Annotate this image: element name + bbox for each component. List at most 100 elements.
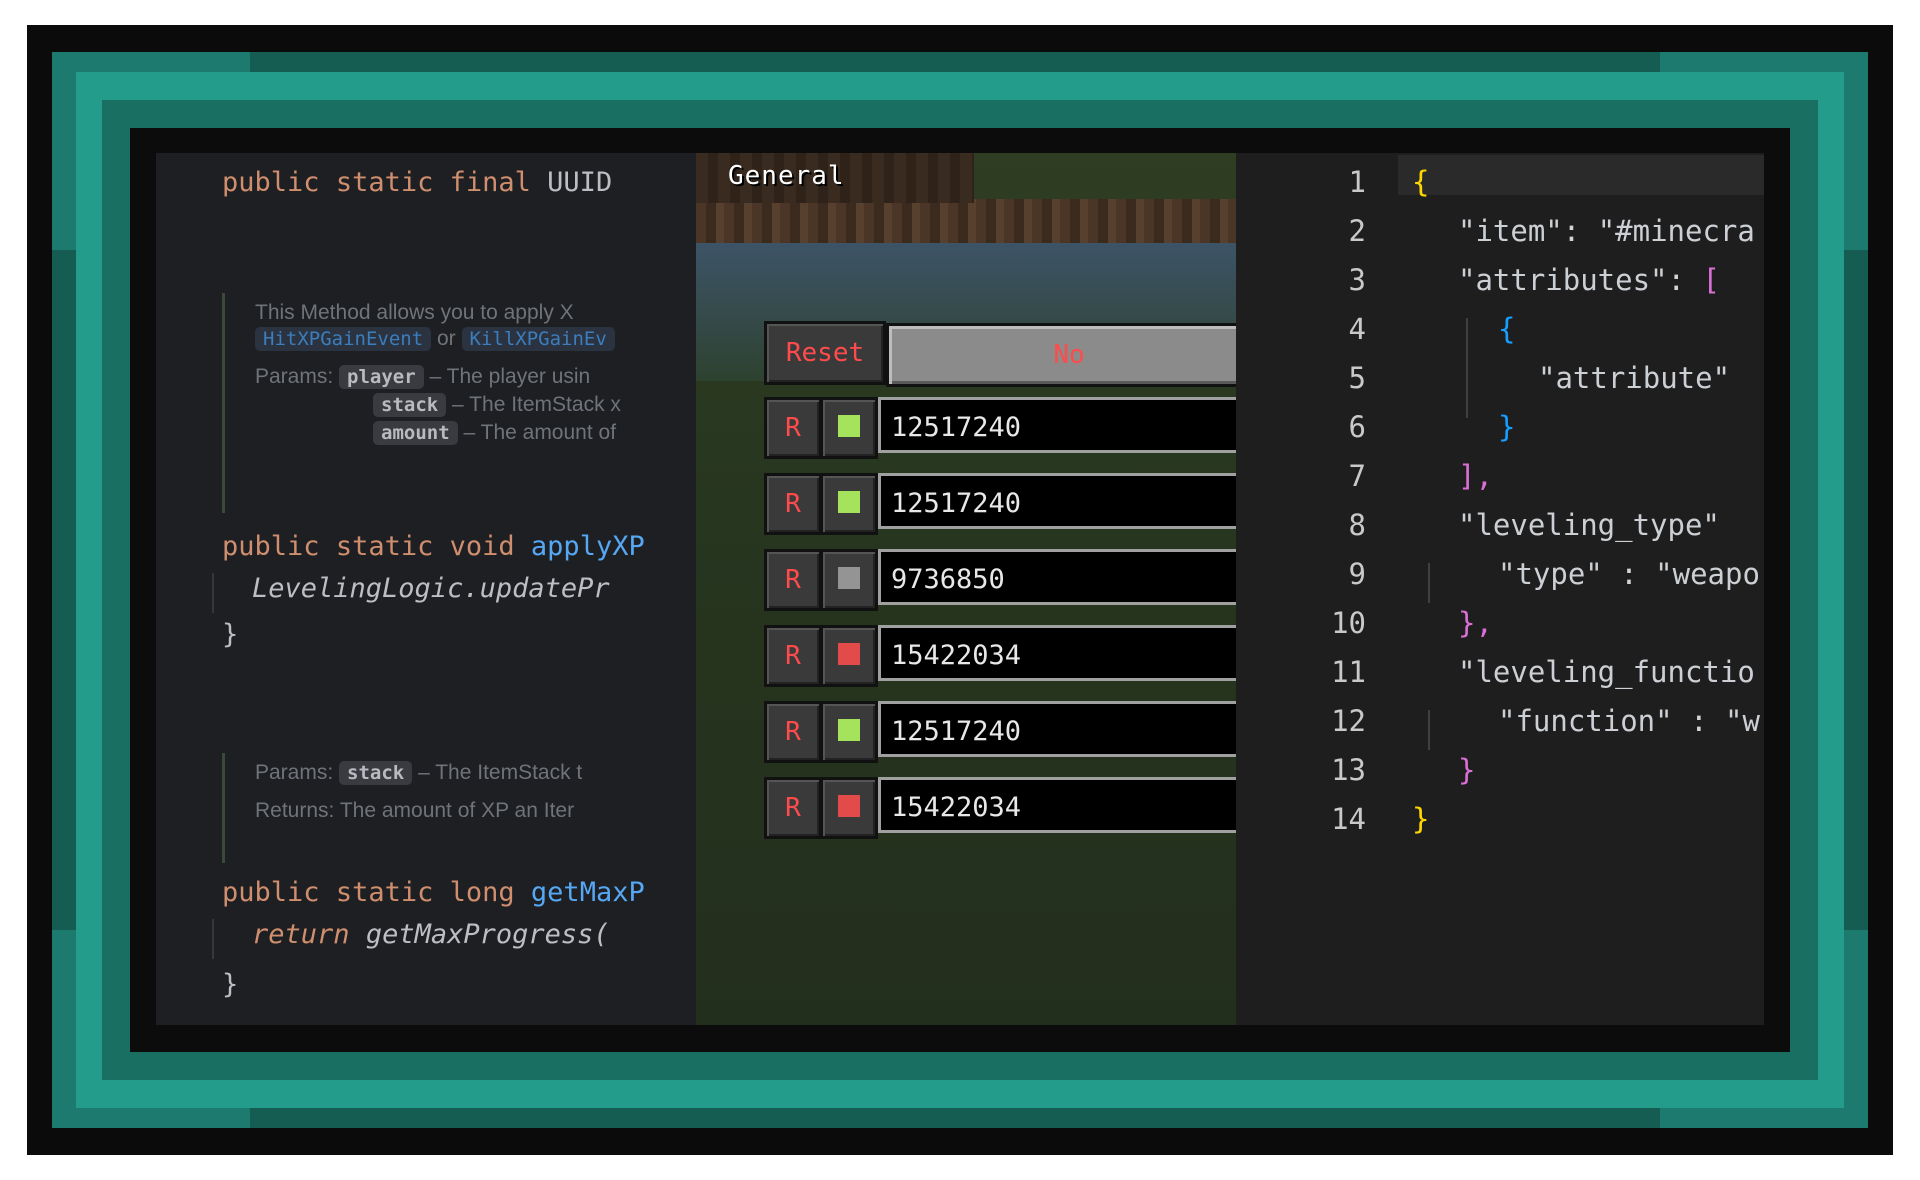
- doc-link[interactable]: KillXPGainEv: [461, 327, 615, 351]
- param-desc: – The amount of: [463, 421, 617, 444]
- color-value-field[interactable]: 15422034: [878, 625, 1236, 681]
- color-value-field[interactable]: 12517240: [878, 473, 1236, 529]
- keyword: public: [222, 877, 320, 908]
- line-number: 8: [1348, 508, 1366, 542]
- returns-text: Returns: The amount of XP an Iter: [255, 799, 575, 822]
- color-value-field[interactable]: 15422034: [878, 777, 1236, 833]
- keyword: void: [449, 531, 515, 562]
- doc-text: or: [437, 327, 456, 350]
- json-bracket: ],: [1458, 459, 1493, 493]
- param-chip: player: [339, 365, 424, 389]
- json-key: "item": [1458, 214, 1563, 248]
- line-number: 4: [1348, 312, 1366, 346]
- doc-link[interactable]: HitXPGainEvent: [255, 327, 432, 351]
- json-line-leveling-function: "leveling_functio: [1458, 655, 1755, 689]
- json-key: "attributes": [1458, 263, 1668, 297]
- color-preview-button[interactable]: [820, 701, 878, 763]
- reset-row-button[interactable]: R: [764, 625, 822, 687]
- line-number: 11: [1331, 655, 1366, 689]
- frame-right-shade: [1844, 250, 1868, 930]
- javadoc-getmax: Params: stack – The ItemStack t Returns:…: [222, 753, 582, 863]
- indent-guide: [1428, 563, 1430, 603]
- color-value-field[interactable]: 9736850: [878, 549, 1236, 605]
- tab-general[interactable]: General: [696, 153, 974, 203]
- keyword: public: [222, 531, 320, 562]
- keyword: long: [449, 877, 515, 908]
- color-swatch: [838, 643, 860, 665]
- keyword: static: [335, 531, 434, 562]
- javadoc-apply: This Method allows you to apply X HitXPG…: [222, 293, 621, 513]
- json-line-attribute: "attribute": [1538, 361, 1730, 395]
- json-line-type: "type" : "weapo: [1498, 557, 1760, 591]
- params-label: Params:: [255, 761, 334, 784]
- reset-row-button[interactable]: R: [764, 549, 822, 611]
- json-key: "leveling_functio: [1458, 655, 1755, 689]
- color-preview-button[interactable]: [820, 625, 878, 687]
- apply-method-signature: public static void applyXP: [222, 531, 645, 562]
- frame-left-shade: [52, 250, 76, 930]
- json-key: "function": [1498, 704, 1673, 738]
- reset-row-button[interactable]: R: [764, 397, 822, 459]
- line-number: 13: [1331, 753, 1366, 787]
- indent-guide: [1428, 710, 1430, 750]
- config-screen-panel: General Reset No R 12517240 R 12517240 R…: [696, 153, 1236, 1025]
- boolean-toggle-button[interactable]: No: [886, 323, 1236, 387]
- json-brace: }: [1412, 802, 1430, 836]
- json-bracket: [: [1702, 263, 1720, 297]
- color-swatch: [838, 567, 860, 589]
- frame-top-shade: [250, 52, 1660, 72]
- line-number: 12: [1331, 704, 1366, 738]
- color-preview-button[interactable]: [820, 549, 878, 611]
- method-name: applyXP: [530, 531, 645, 562]
- collage-screen: public static final UUID This Method all…: [156, 153, 1764, 1025]
- json-key: "leveling_type": [1458, 508, 1720, 542]
- params-label: Params:: [255, 365, 334, 388]
- color-preview-button[interactable]: [820, 777, 878, 839]
- keyword: static: [335, 167, 434, 198]
- reset-row-button[interactable]: R: [764, 473, 822, 535]
- color-value-field[interactable]: 12517240: [878, 701, 1236, 757]
- reset-row-button[interactable]: R: [764, 701, 822, 763]
- color-preview-button[interactable]: [820, 397, 878, 459]
- json-line-item: "item": "#minecra: [1458, 214, 1755, 248]
- line-number: 10: [1331, 606, 1366, 640]
- reset-button[interactable]: Reset: [764, 321, 886, 385]
- line-number: 5: [1348, 361, 1366, 395]
- json-key: "type": [1498, 557, 1603, 591]
- keyword: public: [222, 167, 320, 198]
- frame-bottom-tab: [250, 1128, 1660, 1155]
- json-editor-panel: 1 2 3 4 5 6 7 8 9 10 11 12 13 14 { "item…: [1236, 153, 1764, 1025]
- json-brace: {: [1412, 165, 1430, 199]
- getmax-method-signature: public static long getMaxP: [222, 877, 645, 908]
- closing-brace: }: [222, 969, 239, 1000]
- param-chip: stack: [373, 393, 447, 417]
- method-name: getMaxP: [530, 877, 645, 908]
- method-call: getMaxProgress(: [365, 919, 610, 950]
- line-number: 2: [1348, 214, 1366, 248]
- doc-text: This Method allows you to apply X: [255, 301, 574, 324]
- param-desc: – The player usin: [429, 365, 591, 388]
- line-number: 3: [1348, 263, 1366, 297]
- line-number: 7: [1348, 459, 1366, 493]
- color-swatch: [838, 719, 860, 741]
- color-preview-button[interactable]: [820, 473, 878, 535]
- json-brace: }: [1498, 410, 1516, 444]
- java-code-panel: public static final UUID This Method all…: [156, 153, 696, 1025]
- indent-guide: [1466, 318, 1468, 418]
- current-line-highlight: [1398, 155, 1764, 195]
- method-body: LevelingLogic.updatePr: [252, 573, 610, 604]
- json-brace: }: [1458, 753, 1476, 787]
- color-value-field[interactable]: 12517240: [878, 397, 1236, 453]
- json-line-attributes: "attributes": [: [1458, 263, 1720, 297]
- json-value: "w: [1725, 704, 1760, 738]
- param-desc: – The ItemStack t: [418, 761, 583, 784]
- dirt-header-strip: [696, 199, 1236, 243]
- json-line-function: "function" : "w: [1498, 704, 1760, 738]
- param-chip: amount: [373, 421, 458, 445]
- json-value: "#minecra: [1597, 214, 1755, 248]
- reset-row-button[interactable]: R: [764, 777, 822, 839]
- color-swatch: [838, 491, 860, 513]
- keyword: final: [449, 167, 531, 198]
- json-line-leveling-type: "leveling_type": [1458, 508, 1720, 542]
- json-brace: {: [1498, 312, 1516, 346]
